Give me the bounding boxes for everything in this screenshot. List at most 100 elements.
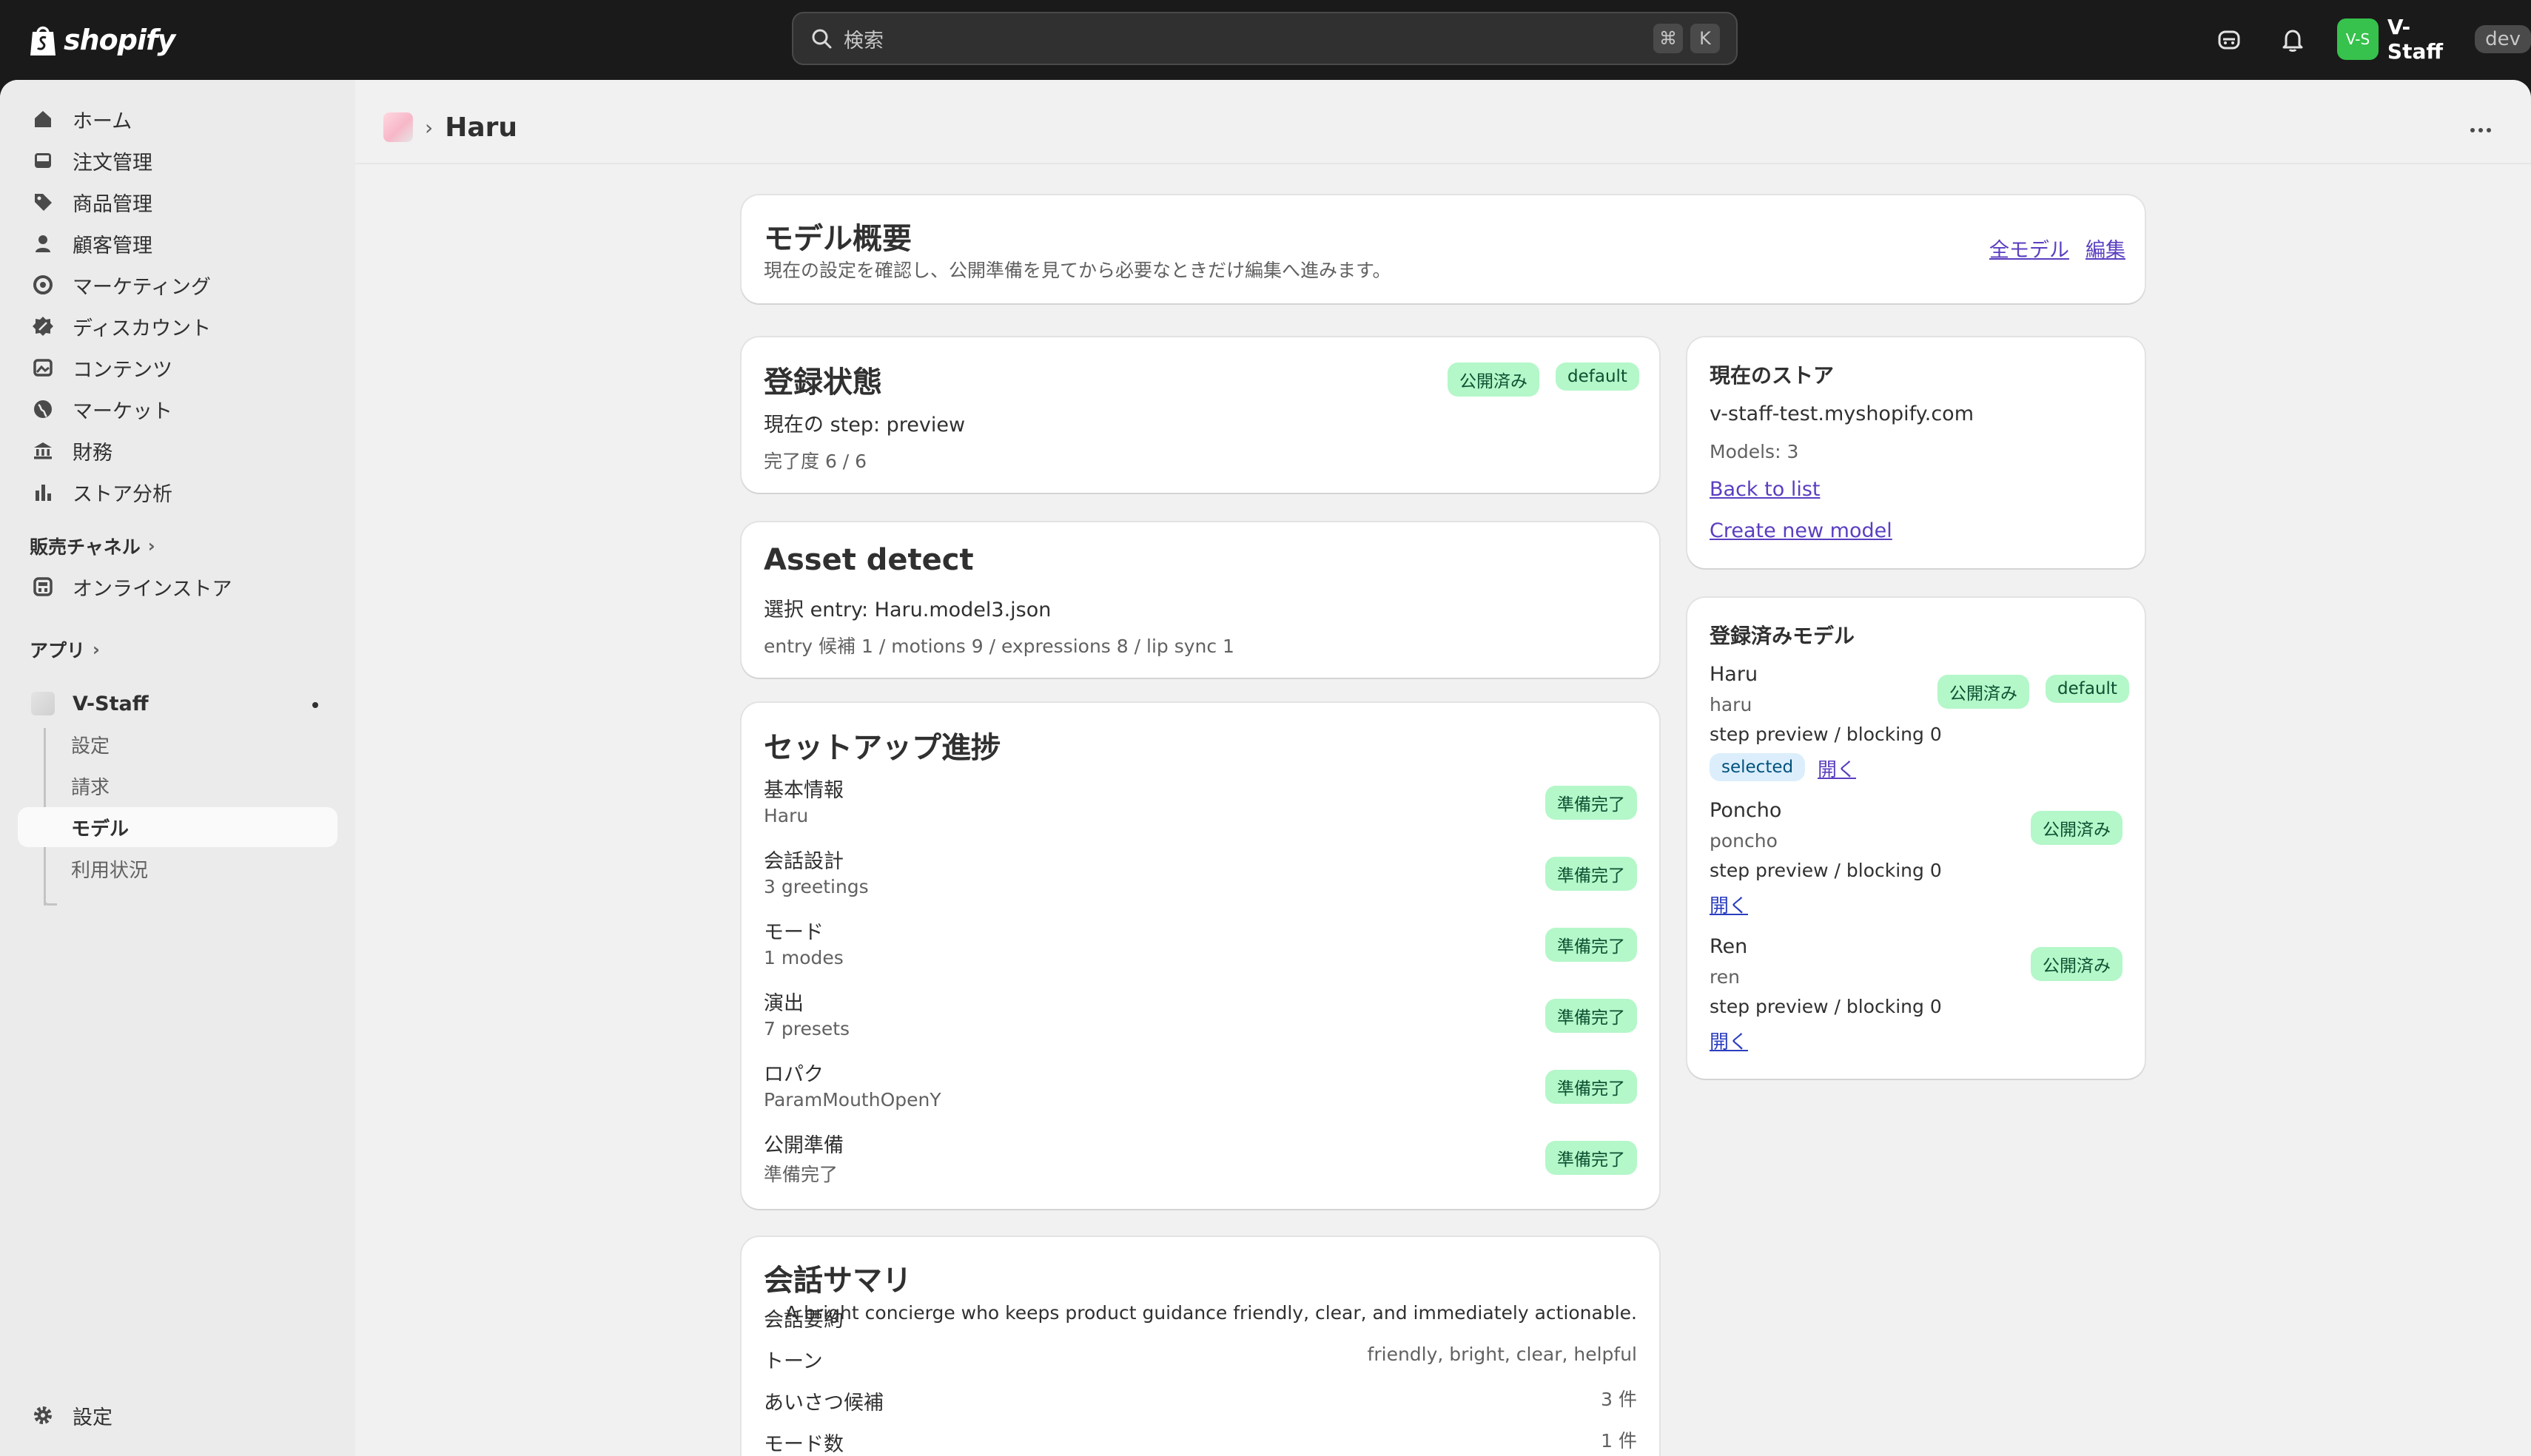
current-store-card: 現在のストア v-staff-test.myshopify.com Models… [1687,337,2145,568]
user-menu[interactable]: V-S V-Staff dev [2337,15,2531,64]
shortcut-cmd-key: ⌘ [1653,24,1683,53]
sidebar-item-orders[interactable]: 注文管理 [18,142,337,179]
sidebar-item-finance[interactable]: 財務 [18,432,337,469]
bar-chart-icon [36,485,51,501]
sidebar-item-markets[interactable]: マーケット [18,391,337,428]
sidebar-item-label: ディスカウント [73,317,212,340]
sidebar-subitem-settings[interactable]: 設定 [71,726,110,763]
model-open-link[interactable]: 開く [1710,1027,1748,1054]
ellipsis-icon [2470,128,2491,132]
edit-link[interactable]: 編集 [2085,234,2125,263]
sidebar-item-products[interactable]: 商品管理 [18,183,337,220]
inbox-icon [35,153,51,168]
breadcrumb: › Haru [383,107,517,148]
sidebar-item-label: マーケット [73,400,172,423]
sidebar-item-label: ホーム [73,109,132,133]
search-bar[interactable]: 検索 ⌘ K [792,12,1738,65]
create-new-model-link[interactable]: Create new model [1710,519,1892,542]
asset-entry: 選択 entry: Haru.model3.json [764,599,1052,621]
sidebar-item-customers[interactable]: 顧客管理 [18,225,337,262]
conversation-title: 会話サマリ [764,1264,912,1298]
model-open-link[interactable]: 開く [1818,755,1856,782]
sidebar-subitem-models[interactable]: モデル [71,809,129,846]
sidebar-item-v-staff[interactable]: V-Staff [18,685,337,722]
sidebar-item-label: ストア分析 [73,482,172,506]
model-selected-badge: selected [1710,753,1806,781]
search-icon [812,29,832,49]
setup-row-status-badge: 準備完了 [1545,786,1637,820]
page-title: Haru [445,112,518,143]
chevron-right-icon: › [93,639,100,660]
model-step: step preview / blocking 0 [1710,996,1942,1017]
sidebar-item-marketing[interactable]: マーケティング [18,266,337,303]
user-avatar: V-S [2337,18,2379,60]
asset-title: Asset detect [764,543,974,577]
sidebar-subitem-usage[interactable]: 利用状況 [71,850,148,887]
header-divider [355,163,2531,164]
notifications-bell-icon[interactable] [2275,22,2310,58]
sidebar-item-analytics[interactable]: ストア分析 [18,473,337,510]
model-badge-published: 公開済み [2031,811,2122,845]
conversation-row-value: A bright concierge who keeps product gui… [785,1302,1637,1324]
overview-title: モデル概要 [764,222,912,256]
sidekick-icon[interactable] [2211,22,2247,58]
conversation-row-value: 1 件 [1601,1430,1637,1452]
sidebar-item-label: 設定 [73,1406,112,1429]
all-models-link[interactable]: 全モデル [1989,234,2069,263]
sales-channels-label: 販売チャネル [30,536,141,558]
setup-row-value: 準備完了 [764,1164,838,1185]
sidebar-item-discounts[interactable]: ディスカウント [18,308,337,345]
tree-branch [44,892,57,906]
overview-description: 現在の設定を確認し、公開準備を見てから必要なときだけ編集へ進みます。 [764,260,1391,281]
more-actions-button[interactable] [2464,114,2497,146]
sidebar-item-settings[interactable]: 設定 [18,1397,337,1434]
logo-text: shopify [64,24,175,56]
user-name: V-Staff [2387,15,2444,64]
person-icon [36,235,50,252]
globe-icon [34,400,52,418]
target-icon [33,275,53,294]
registered-title: 登録済みモデル [1710,624,1855,648]
setup-row-value: 3 greetings [764,876,869,897]
conversation-summary-card: 会話サマリ 会話要約 A bright concierge who keeps … [742,1237,1659,1456]
back-to-list-link[interactable]: Back to list [1710,478,1820,501]
setup-row-value: 1 modes [764,947,844,968]
dev-store-badge: dev [2475,25,2531,53]
search-placeholder: 検索 [844,29,884,53]
sidebar-item-label: マーケティング [73,275,211,299]
sidebar-item-label: オンラインストア [73,577,232,601]
sidekick-glyph-icon [2218,30,2240,50]
registered-models-card: 登録済みモデル Haru 公開済み default haru step prev… [1687,598,2145,1079]
sidebar: ホーム 注文管理 商品管理 顧客管理 マーケティング ディスカウント コンテンツ [0,80,355,1456]
shopping-bag-icon [30,26,56,55]
current-step: 現在の step: preview [764,414,966,437]
setup-row-label: 会話設計 [764,850,844,873]
asset-detect-card: Asset detect 選択 entry: Haru.model3.json … [742,522,1659,678]
shortcut-k-key: K [1690,24,1720,53]
sidebar-subitem-billing[interactable]: 請求 [71,767,110,804]
conversation-row-label: あいさつ候補 [764,1392,884,1415]
apps-section[interactable]: アプリ › [30,636,100,663]
setup-title: セットアップ進捗 [764,731,1001,765]
shopify-logo[interactable]: shopify [28,21,175,59]
sales-channels-section[interactable]: 販売チャネル › [30,533,155,559]
chevron-right-icon: › [425,115,434,140]
setup-row-label: 公開準備 [764,1134,844,1157]
model-open-link[interactable]: 開く [1710,891,1748,918]
conversation-row-label: モード数 [764,1433,844,1456]
conversation-row-value: 3 件 [1601,1389,1637,1410]
setup-row-status-badge: 準備完了 [1545,857,1637,891]
sidebar-item-content[interactable]: コンテンツ [18,349,337,386]
sidebar-item-label: コンテンツ [73,358,172,382]
setup-row-label: 基本情報 [764,779,844,802]
sidebar-item-home[interactable]: ホーム [18,101,337,138]
model-thumbnail-icon[interactable] [383,112,413,142]
sidebar-item-online-store[interactable]: オンラインストア [18,568,337,605]
image-icon [33,359,53,377]
model-step: step preview / blocking 0 [1710,724,1942,745]
setup-row-status-badge: 準備完了 [1545,928,1637,962]
model-step: step preview / blocking 0 [1710,860,1942,881]
conversation-row-value: friendly, bright, clear, helpful [1367,1344,1637,1365]
discount-icon [33,317,53,336]
completion-count: 完了度 6 / 6 [764,451,867,472]
